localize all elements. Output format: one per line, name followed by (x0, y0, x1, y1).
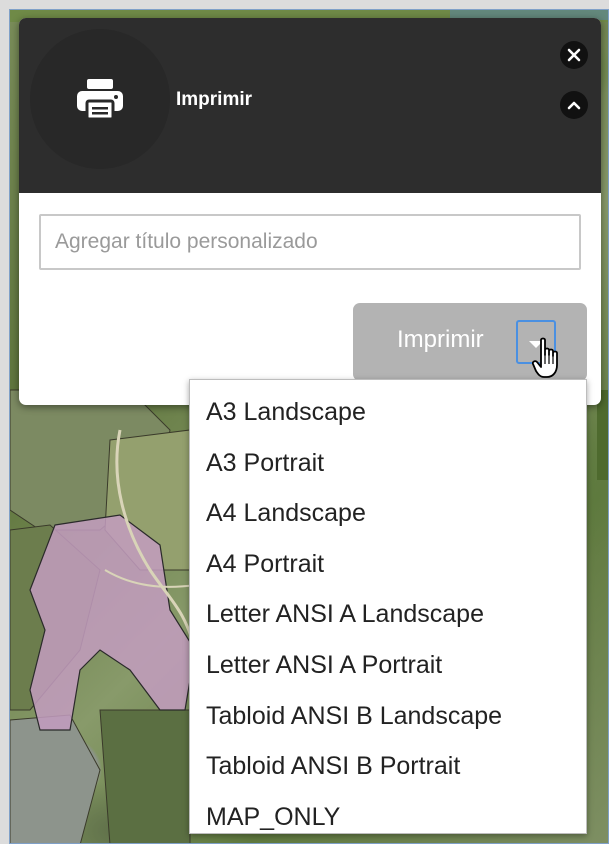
close-icon (567, 48, 581, 62)
menu-item-letter-landscape[interactable]: Letter ANSI A Landscape (190, 589, 586, 640)
menu-item-a3-landscape[interactable]: A3 Landscape (190, 387, 586, 438)
printer-icon (77, 79, 123, 121)
hand-cursor-icon (532, 337, 558, 378)
widget-icon-badge (30, 29, 170, 169)
menu-item-letter-portrait[interactable]: Letter ANSI A Portrait (190, 640, 586, 691)
print-widget-panel: Imprimir Imprimir (19, 18, 601, 405)
layout-dropdown-menu: A3 Landscape A3 Portrait A4 Landscape A4… (189, 379, 587, 834)
menu-item-tabloid-portrait[interactable]: Tabloid ANSI B Portrait (190, 741, 586, 792)
menu-item-a4-portrait[interactable]: A4 Portrait (190, 539, 586, 590)
panel-header: Imprimir (19, 18, 601, 193)
print-button-label: Imprimir (397, 326, 484, 353)
widget-title: Imprimir (176, 89, 253, 110)
chevron-up-icon (567, 101, 581, 110)
menu-item-a3-portrait[interactable]: A3 Portrait (190, 438, 586, 489)
menu-item-map-only[interactable]: MAP_ONLY (190, 792, 586, 843)
custom-title-input[interactable] (39, 214, 581, 270)
collapse-button[interactable] (560, 91, 588, 119)
menu-item-a4-landscape[interactable]: A4 Landscape (190, 488, 586, 539)
menu-item-tabloid-landscape[interactable]: Tabloid ANSI B Landscape (190, 691, 586, 742)
close-button[interactable] (560, 41, 588, 69)
